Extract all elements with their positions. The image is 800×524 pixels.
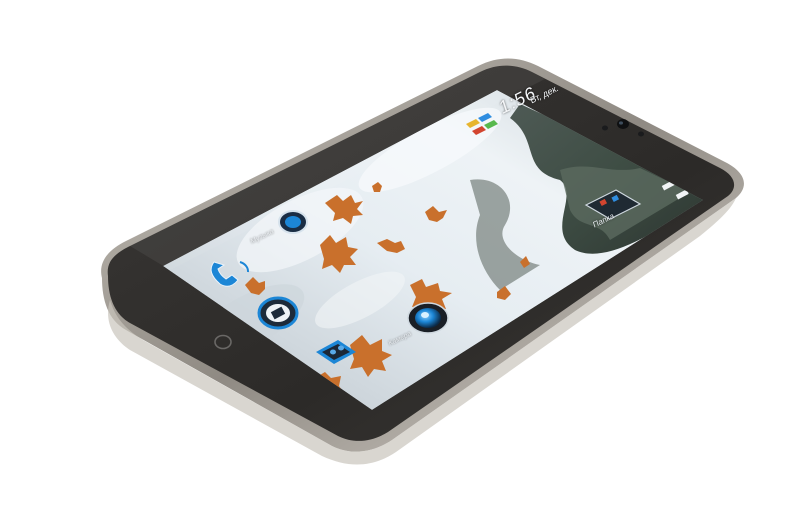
meizu-m-icon[interactable] bbox=[257, 296, 299, 330]
phone-photo bbox=[101, 58, 744, 465]
drop-icon[interactable] bbox=[278, 210, 308, 234]
camera-icon[interactable] bbox=[407, 302, 449, 334]
